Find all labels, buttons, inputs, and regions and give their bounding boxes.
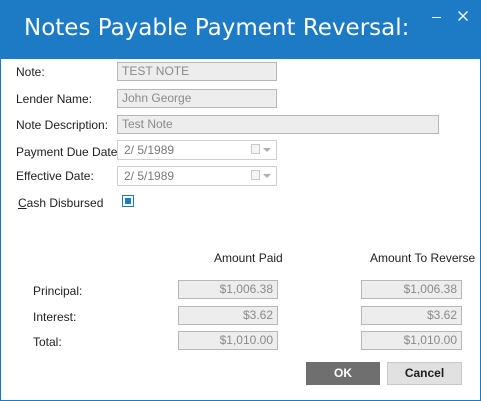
total-paid-field[interactable]: $1,010.00 bbox=[178, 331, 278, 350]
interest-reverse-field[interactable]: $3.62 bbox=[361, 306, 462, 325]
cash-disbursed-label[interactable]: Cash Disbursed bbox=[18, 196, 103, 210]
cash-disbursed-checkbox[interactable] bbox=[122, 195, 134, 207]
interest-label: Interest: bbox=[33, 310, 77, 324]
lender-name-field[interactable]: John George bbox=[117, 89, 277, 108]
amount-to-reverse-header: Amount To Reverse bbox=[370, 251, 476, 265]
dialog-title: Notes Payable Payment Reversal: bbox=[24, 15, 410, 41]
calendar-icon bbox=[251, 144, 260, 154]
cancel-button[interactable]: Cancel bbox=[387, 362, 462, 385]
close-button[interactable] bbox=[453, 7, 473, 25]
effective-date-value: 2/ 5/1989 bbox=[124, 169, 175, 183]
minimize-button[interactable] bbox=[426, 7, 446, 25]
chevron-down-icon bbox=[263, 148, 271, 152]
principal-paid-field[interactable]: $1,006.38 bbox=[178, 280, 278, 299]
payment-due-date-label: Payment Due Date: bbox=[16, 145, 121, 159]
payment-due-date-dropdown[interactable] bbox=[251, 144, 273, 156]
cash-disbursed-mnemonic: C bbox=[18, 196, 27, 210]
effective-date-picker[interactable]: 2/ 5/1989 bbox=[117, 166, 277, 186]
minimize-icon bbox=[432, 17, 441, 18]
effective-date-dropdown[interactable] bbox=[251, 170, 273, 182]
lender-name-label: Lender Name: bbox=[16, 92, 93, 106]
payment-due-date-picker[interactable]: 2/ 5/1989 bbox=[117, 140, 277, 160]
note-description-label: Note Description: bbox=[16, 118, 109, 132]
interest-paid-field[interactable]: $3.62 bbox=[178, 306, 278, 325]
checkbox-checked-mark bbox=[125, 198, 131, 204]
amount-paid-header: Amount Paid bbox=[214, 251, 283, 265]
close-icon bbox=[458, 11, 468, 21]
total-label: Total: bbox=[33, 335, 62, 349]
effective-date-label: Effective Date: bbox=[16, 169, 94, 183]
note-label: Note: bbox=[16, 65, 45, 79]
note-description-field[interactable]: Test Note bbox=[117, 115, 439, 134]
cash-disbursed-label-text: ash Disbursed bbox=[26, 196, 104, 210]
principal-reverse-field[interactable]: $1,006.38 bbox=[361, 280, 462, 299]
total-reverse-field[interactable]: $1,010.00 bbox=[361, 331, 462, 350]
note-field[interactable]: TEST NOTE bbox=[117, 62, 277, 81]
title-bar[interactable]: Notes Payable Payment Reversal: bbox=[1, 1, 480, 59]
payment-due-date-value: 2/ 5/1989 bbox=[124, 143, 175, 157]
principal-label: Principal: bbox=[33, 284, 83, 298]
calendar-icon bbox=[251, 170, 260, 180]
chevron-down-icon bbox=[263, 174, 271, 178]
ok-button[interactable]: OK bbox=[306, 362, 380, 385]
